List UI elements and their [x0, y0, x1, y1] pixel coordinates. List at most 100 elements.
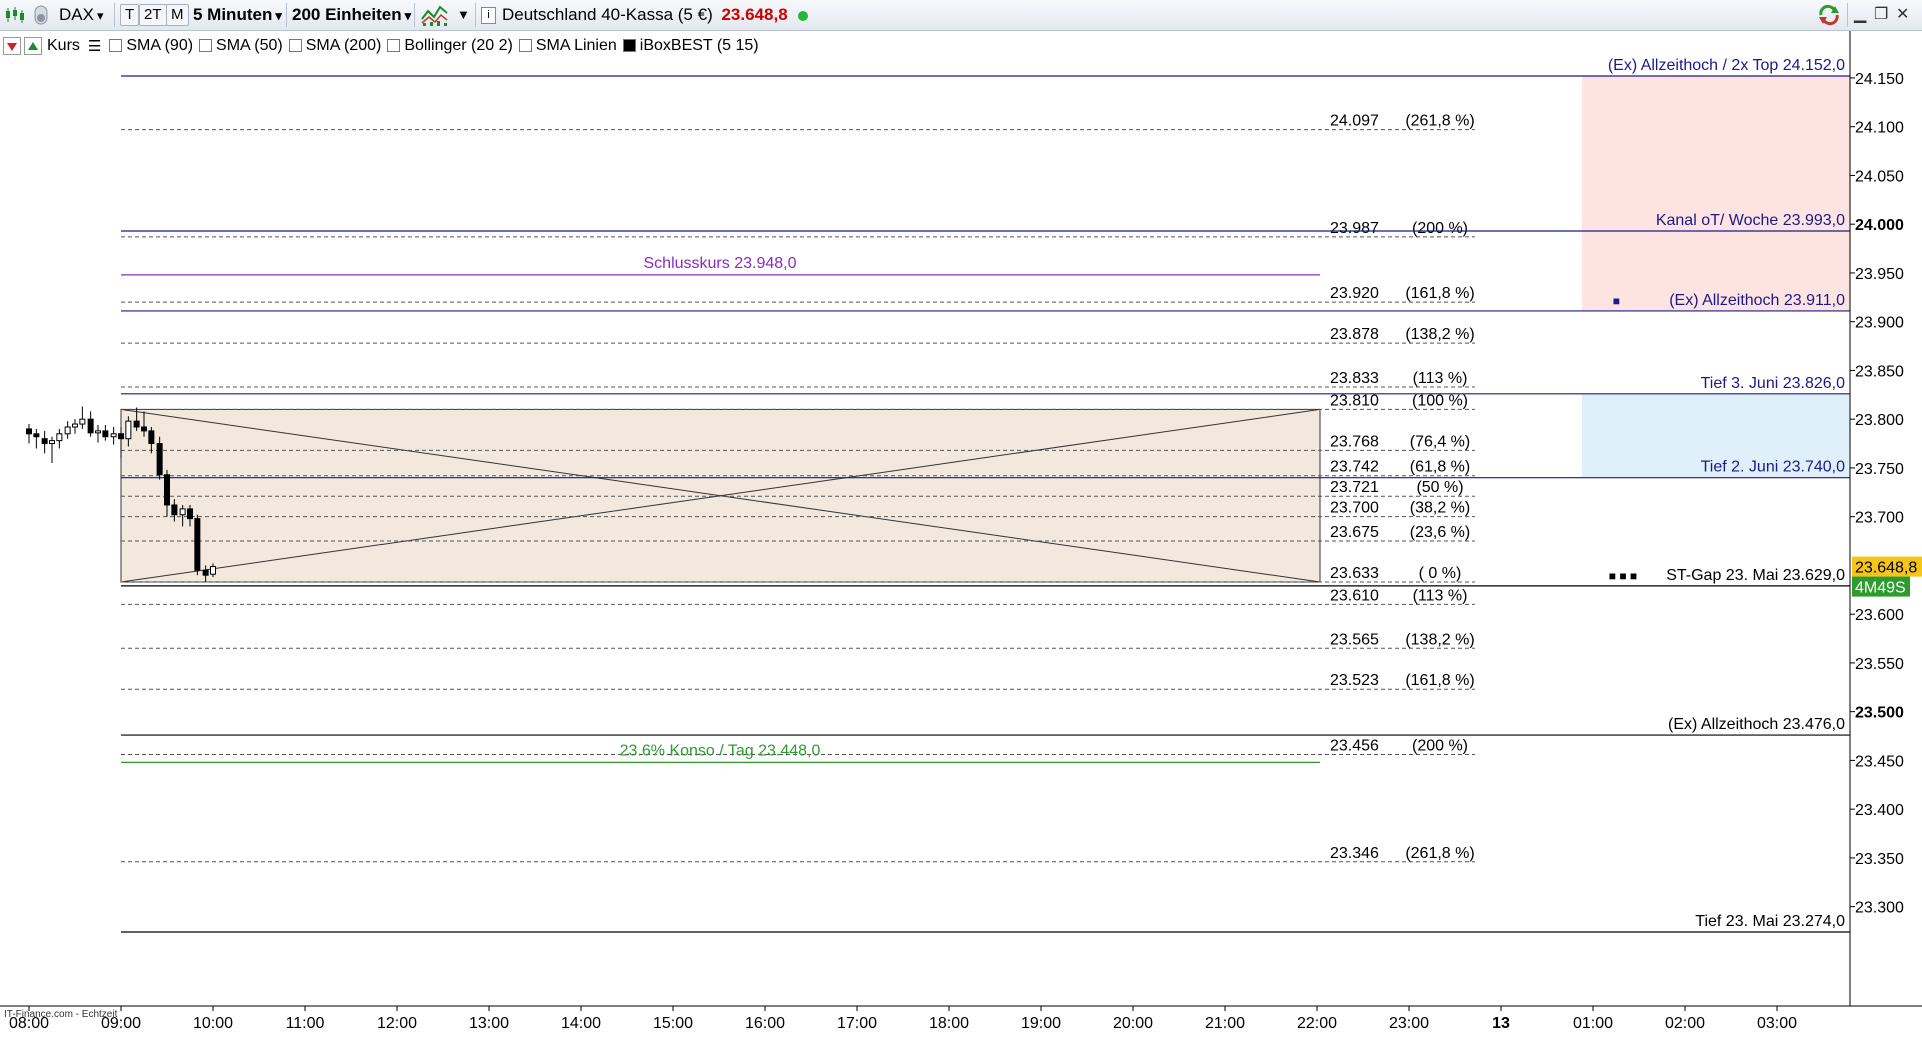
- price-tick-label: 24.050: [1855, 168, 1904, 185]
- highlight-zones: [1582, 76, 1850, 478]
- candle-body: [187, 508, 193, 520]
- range-button-t[interactable]: T: [120, 4, 140, 26]
- price-tick-label: 23.350: [1855, 851, 1904, 868]
- arrow-up-green-icon[interactable]: [24, 37, 42, 55]
- candle-body: [133, 420, 140, 428]
- fib-percent: (261,8 %): [1405, 845, 1474, 862]
- checkbox[interactable]: [109, 39, 123, 53]
- level-label: Tief 2. Juni 23.740,0: [1701, 459, 1845, 476]
- fib-percent: ( 0 %): [1419, 565, 1462, 582]
- price-tick-label: 23.500: [1855, 705, 1904, 722]
- current-price: 23.648,8: [721, 5, 788, 24]
- checkbox[interactable]: [518, 39, 532, 53]
- time-tick-label: 11:00: [286, 1015, 325, 1032]
- fib-percent: (161,8 %): [1405, 672, 1474, 689]
- level-label: Tief 3. Juni 23.826,0: [1701, 375, 1845, 392]
- candle-body: [164, 474, 170, 506]
- fib-value: 23.565: [1330, 631, 1379, 648]
- chart-type-icon[interactable]: [420, 3, 450, 26]
- candle-body: [202, 569, 209, 576]
- indicator-bollinger[interactable]: Bollinger (20 2): [383, 37, 515, 55]
- toggle-circle-icon[interactable]: [32, 5, 50, 27]
- indicator-sma50[interactable]: SMA (50): [195, 37, 285, 55]
- info-icon[interactable]: i: [481, 7, 496, 25]
- fib-percent: (200 %): [1412, 220, 1468, 237]
- units-select[interactable]: 200 Einheiten: [292, 4, 411, 26]
- fib-value: 23.346: [1330, 845, 1379, 862]
- close-icon[interactable]: ✕: [1896, 4, 1909, 24]
- kurs-label[interactable]: Kurs: [47, 37, 80, 55]
- fib-value: 23.721: [1330, 479, 1379, 496]
- fib-value: 23.987: [1330, 220, 1379, 237]
- fib-percent: (138,2 %): [1405, 326, 1474, 343]
- annotation-label: 23.6% Konso / Tag 23.448,0: [620, 742, 821, 759]
- time-tick-label: 13: [1492, 1015, 1510, 1032]
- candle-body: [102, 430, 109, 438]
- fib-value: 23.633: [1330, 565, 1379, 582]
- price-tick-label: 23.850: [1855, 363, 1904, 380]
- interval-select[interactable]: 5 Minuten: [193, 4, 282, 26]
- candle-body: [64, 426, 71, 435]
- restore-icon[interactable]: ❐: [1874, 4, 1888, 24]
- range-button-m[interactable]: M: [166, 4, 189, 26]
- arrow-down-red-icon[interactable]: [3, 37, 21, 55]
- candle-body: [72, 423, 78, 428]
- candle-body: [33, 433, 40, 438]
- fib-value: 23.878: [1330, 326, 1379, 343]
- highlight-zone: [1582, 76, 1850, 311]
- candles-icon[interactable]: [4, 5, 26, 27]
- fib-percent: (113 %): [1413, 370, 1468, 387]
- fib-value: 23.920: [1330, 285, 1379, 302]
- level-label: Kanal oT/ Woche 23.993,0: [1656, 212, 1845, 229]
- indicator-sma-linien[interactable]: SMA Linien: [515, 37, 619, 55]
- price-tick-label: 23.750: [1855, 461, 1904, 478]
- fib-value: 24.097: [1330, 113, 1379, 130]
- checkbox[interactable]: [288, 39, 302, 53]
- level-label: (Ex) Allzeithoch / 2x Top 24.152,0: [1608, 57, 1845, 74]
- candle-body: [156, 443, 163, 476]
- fib-percent: (161,8 %): [1405, 285, 1474, 302]
- chevron-down-icon[interactable]: ▼: [457, 4, 470, 26]
- time-tick-label: 21:00: [1205, 1015, 1245, 1032]
- price-tick-label: 23.450: [1855, 753, 1904, 770]
- candle-body: [41, 438, 48, 445]
- fib-value: 23.610: [1330, 587, 1379, 604]
- checkbox[interactable]: [387, 39, 401, 53]
- price-tick-label: 23.800: [1855, 412, 1904, 429]
- price-tick-label: 23.700: [1855, 510, 1904, 527]
- minimize-icon[interactable]: ▁: [1854, 4, 1866, 24]
- price-tick-label: 24.000: [1855, 217, 1904, 234]
- ibox-range: [120, 408, 1321, 583]
- price-chart[interactable]: 24.097 (261,8 %) 23.987 (200 %) 23.920 (161,8…: [0, 0, 1922, 1046]
- list-icon[interactable]: ☰: [88, 37, 101, 55]
- time-tick-label: 19:00: [1021, 1015, 1061, 1032]
- fib-value: 23.742: [1330, 459, 1379, 476]
- level-label: (Ex) Allzeithoch 23.911,0: [1669, 292, 1845, 309]
- fib-percent: (50 %): [1416, 479, 1463, 496]
- refresh-icon[interactable]: [1816, 3, 1842, 26]
- indicator-iboxbest[interactable]: iBoxBEST (5 15): [619, 37, 761, 55]
- time-tick-label: 03:00: [1757, 1015, 1797, 1032]
- fib-value: 23.523: [1330, 672, 1379, 689]
- fib-value: 23.768: [1330, 433, 1379, 450]
- price-tick-label: 24.150: [1855, 71, 1904, 88]
- indicator-sma90[interactable]: SMA (90): [105, 37, 195, 55]
- countdown-label: 4M49S: [1855, 580, 1906, 597]
- level-marker: ■: [1613, 294, 1620, 308]
- candle-body: [95, 430, 101, 434]
- source-label: IT-Finance.com - Echtzeit: [4, 1009, 118, 1020]
- fib-percent: (200 %): [1412, 738, 1468, 755]
- time-tick-label: 22:00: [1297, 1015, 1337, 1032]
- level-label: (Ex) Allzeithoch 23.476,0: [1668, 716, 1845, 733]
- candle-body: [118, 433, 124, 440]
- time-tick-label: 10:00: [193, 1015, 233, 1032]
- symbol-select[interactable]: DAX: [59, 4, 104, 26]
- checkbox[interactable]: [199, 39, 213, 53]
- time-tick-label: 18:00: [929, 1015, 969, 1032]
- indicator-sma200[interactable]: SMA (200): [285, 37, 384, 55]
- fib-percent: (76,4 %): [1410, 433, 1470, 450]
- checkbox[interactable]: [622, 39, 636, 53]
- range-button-2t[interactable]: 2T: [139, 4, 167, 26]
- indicator-bar: Kurs ☰ SMA (90) SMA (50) SMA (200) Bolli…: [0, 34, 761, 58]
- price-tick-label: 24.100: [1855, 120, 1904, 137]
